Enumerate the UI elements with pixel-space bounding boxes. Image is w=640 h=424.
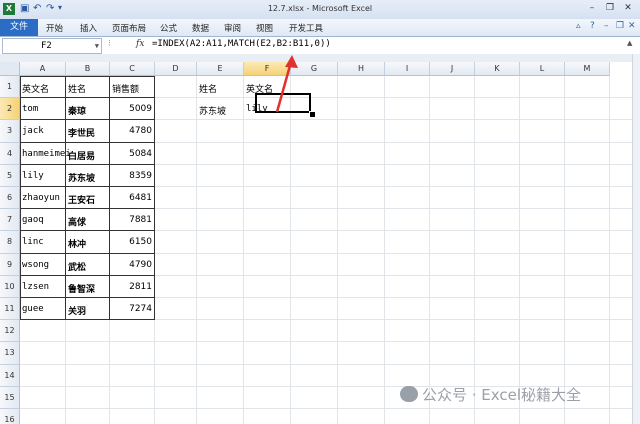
wechat-icon xyxy=(400,386,418,402)
watermark-text: 公众号 · Excel秘籍大全 xyxy=(422,386,582,404)
annotation-arrow-icon xyxy=(275,55,298,113)
